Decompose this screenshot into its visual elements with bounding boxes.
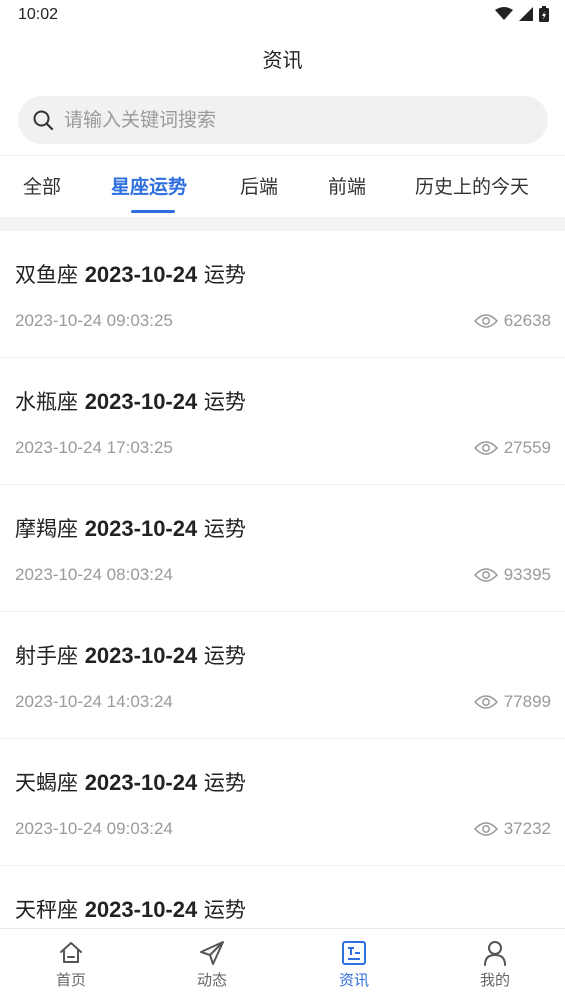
category-tabs: 全部 星座运势 后端 前端 历史上的今天: [0, 155, 565, 217]
home-icon: [60, 942, 82, 963]
news-sign: 水瓶座: [15, 390, 78, 414]
bottom-nav: 首页 动态 资讯 我的: [0, 928, 565, 1004]
news-time: 2023-10-24 14:03:24: [15, 692, 173, 711]
news-date: 2023-10-24: [84, 897, 198, 922]
news-date: 2023-10-24: [84, 643, 198, 668]
news-time: 2023-10-24 08:03:24: [15, 565, 173, 584]
eye-icon: [473, 314, 498, 328]
tab-all[interactable]: 全部: [23, 172, 61, 199]
views-count: 27559: [503, 438, 551, 457]
active-tab-indicator: [131, 210, 175, 213]
search-icon: [33, 110, 54, 131]
news-suffix: 运势: [203, 771, 246, 795]
views-count: 62638: [503, 311, 551, 330]
nav-news[interactable]: 资讯: [314, 939, 394, 990]
page-title: 资讯: [262, 47, 303, 72]
news-title: 天蝎座 2023-10-24 运势: [15, 767, 246, 797]
news-suffix: 运势: [203, 390, 246, 414]
news-item[interactable]: 天蝎座 2023-10-24 运势 2023-10-24 09:03:24 37…: [0, 739, 565, 866]
news-views: 27559: [473, 438, 551, 458]
battery-icon: [539, 6, 549, 22]
news-views: 62638: [473, 311, 551, 331]
wifi-icon: [495, 7, 513, 20]
eye-icon: [473, 568, 498, 582]
nav-label: 我的: [479, 971, 510, 989]
news-time: 2023-10-24 09:03:25: [15, 311, 173, 330]
user-icon: [484, 941, 506, 966]
news-title: 摩羯座 2023-10-24 运势: [15, 513, 246, 543]
signal-icon: [519, 7, 533, 21]
eye-icon: [473, 822, 498, 836]
news-item[interactable]: 天秤座 2023-10-24 运势: [0, 866, 565, 928]
tab-history-today[interactable]: 历史上的今天: [415, 172, 529, 199]
news-title: 水瓶座 2023-10-24 运势: [15, 386, 246, 416]
views-count: 77899: [503, 692, 551, 711]
tab-horoscope[interactable]: 星座运势: [111, 172, 187, 199]
tab-frontend[interactable]: 前端: [328, 172, 366, 199]
news-time: 2023-10-24 09:03:24: [15, 819, 173, 838]
news-title: 天秤座 2023-10-24 运势: [15, 894, 246, 924]
news-title: 双鱼座 2023-10-24 运势: [15, 259, 246, 289]
news-date: 2023-10-24: [84, 516, 198, 541]
nav-moments[interactable]: 动态: [172, 939, 252, 990]
nav-label: 资讯: [338, 971, 369, 989]
send-icon: [200, 941, 224, 965]
news-list: 双鱼座 2023-10-24 运势 2023-10-24 09:03:25 62…: [0, 231, 565, 928]
news-item[interactable]: 双鱼座 2023-10-24 运势 2023-10-24 09:03:25 62…: [0, 231, 565, 358]
search-input[interactable]: [64, 109, 504, 131]
nav-home[interactable]: 首页: [31, 939, 111, 990]
news-item[interactable]: 摩羯座 2023-10-24 运势 2023-10-24 08:03:24 93…: [0, 485, 565, 612]
news-time: 2023-10-24 17:03:25: [15, 438, 173, 457]
eye-icon: [473, 441, 498, 455]
status-time: 10:02: [18, 6, 59, 23]
search-bar[interactable]: [18, 96, 548, 144]
news-date: 2023-10-24: [84, 389, 198, 414]
news-date: 2023-10-24: [84, 770, 198, 795]
nav-profile[interactable]: 我的: [455, 939, 535, 990]
nav-label: 动态: [196, 971, 227, 989]
news-sign: 双鱼座: [15, 263, 78, 287]
news-suffix: 运势: [203, 517, 246, 541]
status-bar: 10:02: [0, 0, 565, 32]
news-views: 93395: [473, 565, 551, 585]
views-count: 93395: [503, 565, 551, 584]
tab-backend[interactable]: 后端: [240, 172, 278, 199]
status-icons: [495, 6, 549, 22]
news-suffix: 运势: [203, 898, 246, 922]
news-sign: 天秤座: [15, 898, 78, 922]
views-count: 37232: [503, 819, 551, 838]
news-views: 37232: [473, 819, 551, 839]
section-divider: [0, 217, 565, 231]
eye-icon: [473, 695, 498, 709]
news-sign: 摩羯座: [15, 517, 78, 541]
news-date: 2023-10-24: [84, 262, 198, 287]
news-item[interactable]: 水瓶座 2023-10-24 运势 2023-10-24 17:03:25 27…: [0, 358, 565, 485]
title-bar: 资讯: [0, 32, 565, 84]
news-sign: 天蝎座: [15, 771, 78, 795]
news-suffix: 运势: [203, 263, 246, 287]
nav-label: 首页: [55, 971, 86, 989]
news-item[interactable]: 射手座 2023-10-24 运势 2023-10-24 14:03:24 77…: [0, 612, 565, 739]
news-icon: [342, 941, 366, 965]
news-views: 77899: [473, 692, 551, 712]
news-sign: 射手座: [15, 644, 78, 668]
news-suffix: 运势: [203, 644, 246, 668]
news-title: 射手座 2023-10-24 运势: [15, 640, 246, 670]
